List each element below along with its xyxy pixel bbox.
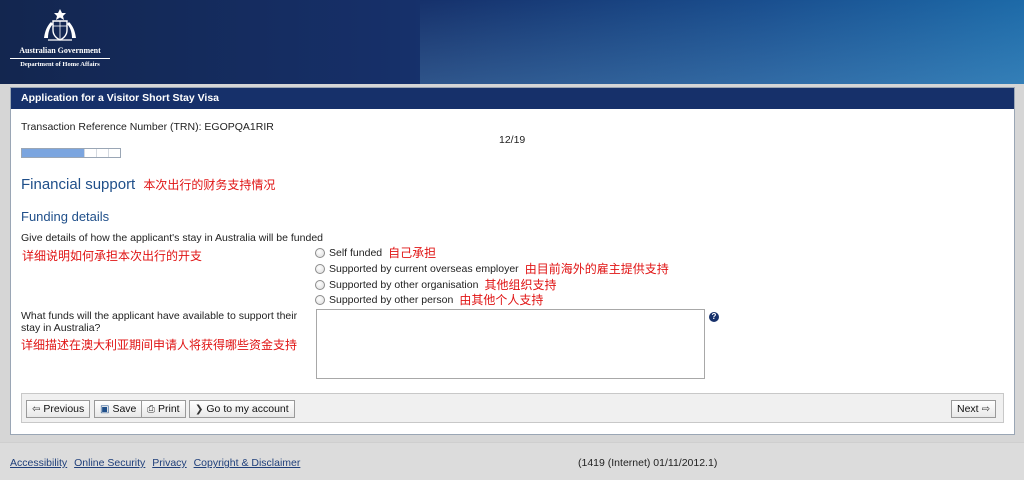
- print-button[interactable]: ⎙ Print: [141, 400, 186, 418]
- funding-question-label-cn: 详细说明如何承担本次出行的开支: [22, 249, 203, 263]
- floppy-disk-icon: ▣: [100, 403, 110, 415]
- radio-button[interactable]: [315, 263, 325, 274]
- progress-fill: [22, 149, 84, 157]
- radio-label: Self funded: [329, 246, 383, 259]
- go-to-account-button[interactable]: ❯ Go to my account: [189, 400, 295, 418]
- trn-text: Transaction Reference Number (TRN): EGOP…: [21, 121, 274, 133]
- government-logo[interactable]: Australian Government Department of Home…: [8, 8, 112, 74]
- save-label: Save: [112, 403, 137, 415]
- radio-label: Supported by other organisation: [329, 278, 479, 291]
- section-title-cn: 本次出行的财务支持情况: [143, 178, 276, 192]
- header-gradient: [420, 0, 1024, 84]
- previous-label: Previous: [43, 403, 85, 415]
- radio-option-other-person[interactable]: Supported by other person 由其他个人支持: [315, 291, 543, 308]
- section-heading: Financial support 本次出行的财务支持情况: [21, 176, 275, 193]
- site-footer: Accessibility Online Security Privacy Co…: [0, 442, 1024, 480]
- section-title: Financial support: [21, 176, 136, 193]
- radio-label: Supported by other person: [329, 293, 454, 306]
- chevron-right-icon: ❯: [195, 403, 204, 415]
- progress-count: 12/19: [499, 134, 526, 146]
- radio-button[interactable]: [315, 294, 325, 305]
- radio-button[interactable]: [315, 247, 325, 258]
- save-button[interactable]: ▣ Save: [94, 400, 143, 418]
- radio-label: Supported by current overseas employer: [329, 262, 519, 275]
- next-button[interactable]: Next ⇨: [951, 400, 996, 418]
- panel-title: Application for a Visitor Short Stay Vis…: [11, 88, 1014, 109]
- navigation-toolbar: ⇦ Previous ▣ Save ⎙ Print ❯ Go to my acc…: [21, 393, 1004, 423]
- help-icon[interactable]: ?: [709, 312, 719, 322]
- radio-option-self-funded[interactable]: Self funded 自己承担: [315, 244, 436, 261]
- previous-button[interactable]: ⇦ Previous: [26, 400, 91, 418]
- government-name: Australian Government: [19, 46, 101, 55]
- footer-link-accessibility[interactable]: Accessibility: [10, 457, 67, 469]
- progress-bar: [21, 148, 121, 158]
- next-label: Next: [957, 403, 979, 415]
- footer-link-privacy[interactable]: Privacy: [152, 457, 186, 469]
- logo-divider: [10, 58, 110, 59]
- coat-of-arms-icon: [44, 9, 76, 41]
- arrow-right-icon: ⇨: [981, 403, 990, 415]
- application-panel: Application for a Visitor Short Stay Vis…: [10, 87, 1015, 435]
- subsection-heading: Funding details: [21, 209, 110, 224]
- progress-segment: [96, 149, 108, 157]
- radio-button[interactable]: [315, 279, 325, 290]
- footer-link-online-security[interactable]: Online Security: [74, 457, 145, 469]
- funds-textarea[interactable]: [316, 309, 705, 379]
- progress-segment: [108, 149, 120, 157]
- version-text: (1419 (Internet) 01/11/2012.1): [578, 457, 718, 469]
- radio-label-cn: 自己承担: [388, 246, 437, 260]
- funds-question-label-cn: 详细描述在澳大利亚期间申请人将获得哪些资金支持: [21, 338, 298, 352]
- funding-question-label: Give details of how the applicant's stay…: [21, 232, 324, 244]
- arrow-left-icon: ⇦: [32, 403, 41, 415]
- site-header: Australian Government Department of Home…: [0, 0, 1024, 84]
- footer-link-copyright[interactable]: Copyright & Disclaimer: [194, 457, 301, 469]
- radio-label-cn: 由其他个人支持: [459, 293, 544, 307]
- account-label: Go to my account: [206, 403, 289, 415]
- printer-icon: ⎙: [147, 403, 155, 415]
- radio-option-overseas-employer[interactable]: Supported by current overseas employer 由…: [315, 260, 669, 277]
- radio-label-cn: 由目前海外的雇主提供支持: [524, 262, 669, 276]
- funds-question-label: What funds will the applicant have avail…: [21, 310, 298, 334]
- print-label: Print: [158, 403, 180, 415]
- department-name: Department of Home Affairs: [20, 61, 100, 68]
- footer-links: Accessibility Online Security Privacy Co…: [10, 457, 304, 469]
- progress-segment: [84, 149, 96, 157]
